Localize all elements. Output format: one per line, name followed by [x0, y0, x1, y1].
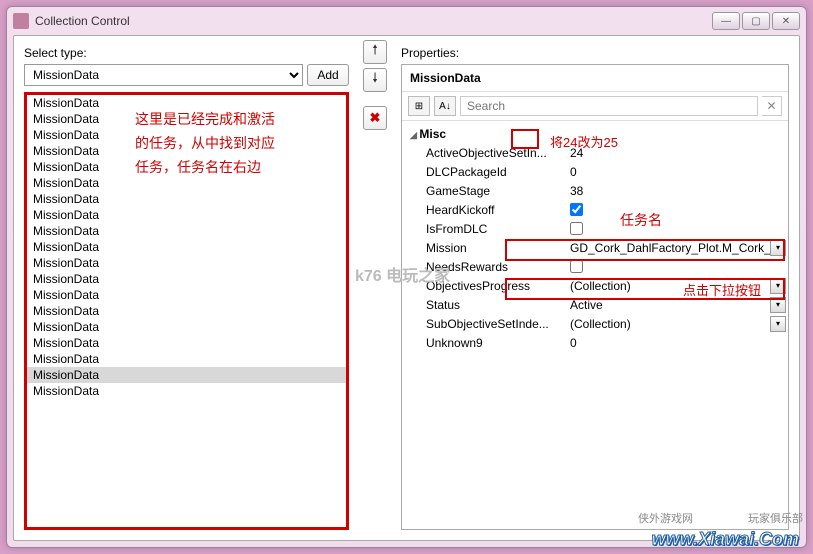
list-item[interactable]: MissionData	[27, 303, 346, 319]
prop-row-objectives-progress[interactable]: ObjectivesProgress (Collection)▾	[402, 276, 788, 295]
list-item[interactable]: MissionData	[27, 367, 346, 383]
list-container: MissionDataMissionDataMissionDataMission…	[24, 92, 349, 530]
select-type-label: Select type:	[24, 46, 349, 60]
prop-row-dlc-package[interactable]: DLCPackageId 0	[402, 162, 788, 181]
side-buttons: 🠕 🠗 ✖	[359, 36, 391, 540]
list-item[interactable]: MissionData	[27, 335, 346, 351]
category-misc[interactable]: Misc	[402, 125, 788, 143]
watermark-right: 玩家俱乐部	[748, 510, 803, 526]
prop-row-status[interactable]: Status Active▾	[402, 295, 788, 314]
move-down-button[interactable]: 🠗	[363, 68, 387, 92]
prop-row-heard-kickoff[interactable]: HeardKickoff	[402, 200, 788, 219]
property-body: Misc ActiveObjectiveSetIn... DLCPackageI…	[402, 121, 788, 529]
objectives-dropdown-icon[interactable]: ▾	[770, 278, 786, 294]
prop-row-sub-objective[interactable]: SubObjectiveSetInde... (Collection)▾	[402, 314, 788, 333]
listbox[interactable]: MissionDataMissionDataMissionDataMission…	[27, 95, 346, 527]
sub-objective-dropdown-icon[interactable]: ▾	[770, 316, 786, 332]
window: Collection Control — ▢ ✕ Select type: Mi…	[6, 6, 807, 548]
close-button[interactable]: ✕	[772, 12, 800, 30]
mission-dropdown-icon[interactable]: ▾	[770, 240, 786, 256]
list-item[interactable]: MissionData	[27, 95, 346, 111]
needs-rewards-checkbox[interactable]	[570, 260, 583, 273]
clear-search-icon[interactable]: ✕	[762, 96, 782, 116]
list-item[interactable]: MissionData	[27, 111, 346, 127]
right-panel: Properties: MissionData ⊞ A↓ ✕ Misc Acti…	[391, 36, 799, 540]
list-item[interactable]: MissionData	[27, 239, 346, 255]
watermark-left: 侠外游戏网	[638, 510, 693, 526]
add-button[interactable]: Add	[307, 64, 349, 86]
prop-row-is-from-dlc[interactable]: IsFromDLC	[402, 219, 788, 238]
list-item[interactable]: MissionData	[27, 271, 346, 287]
active-objective-input[interactable]	[570, 146, 784, 160]
list-item[interactable]: MissionData	[27, 255, 346, 271]
prop-row-unknown9[interactable]: Unknown9 0	[402, 333, 788, 352]
list-item[interactable]: MissionData	[27, 207, 346, 223]
list-item[interactable]: MissionData	[27, 223, 346, 239]
prop-row-game-stage[interactable]: GameStage 38	[402, 181, 788, 200]
sort-icon[interactable]: A↓	[434, 96, 456, 116]
list-item[interactable]: MissionData	[27, 159, 346, 175]
properties-label: Properties:	[401, 46, 789, 60]
search-input[interactable]	[460, 96, 758, 116]
property-header: MissionData	[402, 65, 788, 92]
heard-kickoff-checkbox[interactable]	[570, 203, 583, 216]
list-item[interactable]: MissionData	[27, 143, 346, 159]
list-item[interactable]: MissionData	[27, 191, 346, 207]
window-title: Collection Control	[35, 14, 712, 28]
type-select[interactable]: MissionData	[24, 64, 303, 86]
titlebar: Collection Control — ▢ ✕	[7, 7, 806, 35]
prop-row-needs-rewards[interactable]: NeedsRewards	[402, 257, 788, 276]
prop-row-mission[interactable]: Mission ▾	[402, 238, 788, 257]
watermark-url: www.Xiawai.Com	[652, 529, 799, 550]
status-dropdown-icon[interactable]: ▾	[770, 297, 786, 313]
delete-button[interactable]: ✖	[363, 106, 387, 130]
minimize-button[interactable]: —	[712, 12, 740, 30]
property-grid: MissionData ⊞ A↓ ✕ Misc ActiveObjectiveS…	[401, 64, 789, 530]
mission-input[interactable]	[570, 241, 784, 255]
list-item[interactable]: MissionData	[27, 287, 346, 303]
list-item[interactable]: MissionData	[27, 319, 346, 335]
app-icon	[13, 13, 29, 29]
property-toolbar: ⊞ A↓ ✕	[402, 92, 788, 121]
content: Select type: MissionData Add MissionData…	[13, 35, 800, 541]
prop-row-active-objective[interactable]: ActiveObjectiveSetIn...	[402, 143, 788, 162]
list-item[interactable]: MissionData	[27, 175, 346, 191]
list-item[interactable]: MissionData	[27, 127, 346, 143]
is-from-dlc-checkbox[interactable]	[570, 222, 583, 235]
list-item[interactable]: MissionData	[27, 383, 346, 399]
maximize-button[interactable]: ▢	[742, 12, 770, 30]
categorize-icon[interactable]: ⊞	[408, 96, 430, 116]
move-up-button[interactable]: 🠕	[363, 40, 387, 64]
left-panel: Select type: MissionData Add MissionData…	[14, 36, 359, 540]
list-item[interactable]: MissionData	[27, 351, 346, 367]
